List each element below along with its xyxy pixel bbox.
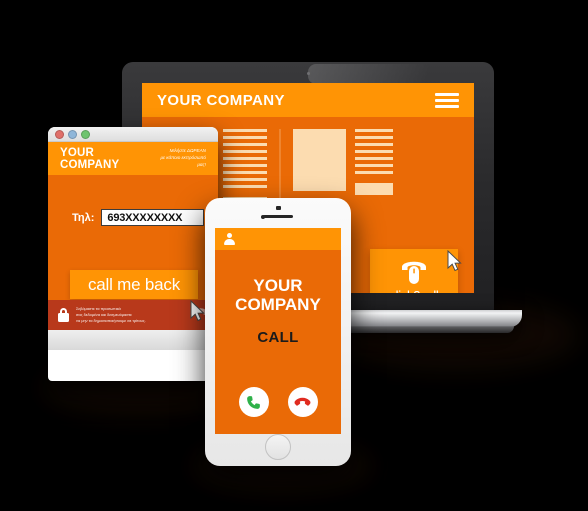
mockup-stage: YOUR COMPANY YOUR COMPANY Μιλήστε ΔΩΡΕΑΝ…	[0, 0, 588, 511]
phone-screen: YOUR COMPANY CALL	[215, 228, 341, 434]
call-action-buttons	[215, 387, 341, 434]
phone-device: YOUR COMPANY CALL	[205, 198, 351, 466]
caller-name-line-2: COMPANY	[235, 295, 321, 315]
close-dot-icon[interactable]	[55, 129, 64, 139]
incoming-call-info: YOUR COMPANY CALL	[215, 250, 341, 387]
answer-call-button[interactable]	[238, 387, 269, 417]
caller-name: YOUR COMPANY	[235, 276, 321, 314]
phone-field-row: Τηλ: 693XXXXXXXX	[48, 175, 218, 226]
caller-name-line-1: YOUR	[253, 276, 303, 295]
click2call-widget[interactable]: click2call	[370, 249, 458, 293]
browser-site-title: YOUR COMPANY	[60, 146, 120, 171]
tagline-line-2: με κάποιο εκπρόσωπό μας!	[160, 155, 206, 167]
phone-earpiece-area	[205, 198, 351, 228]
call-me-back-button[interactable]: call me back	[70, 270, 198, 299]
phone-input[interactable]: 693XXXXXXXX	[101, 209, 205, 226]
webcam-icon	[306, 72, 310, 75]
laptop-bezel-sheen	[308, 64, 480, 84]
site-header: YOUR COMPANY	[142, 83, 474, 117]
image-placeholder	[293, 129, 346, 191]
padlock-icon	[58, 308, 69, 322]
callback-form: Τηλ: 693XXXXXXXX call me back Σεβόμαστε …	[48, 175, 218, 350]
browser-titlebar	[48, 127, 218, 142]
phone-status-bar	[215, 228, 341, 250]
hamburger-bar	[435, 92, 459, 96]
hamburger-bar	[435, 104, 459, 108]
privacy-footer: Σεβόμαστε τα προσωπικά σας δεδομένα και …	[48, 300, 218, 330]
click2call-label: click2call	[389, 288, 438, 294]
contact-avatar-icon	[224, 233, 235, 245]
decline-call-icon	[294, 397, 311, 406]
phone-sensor-icon	[276, 206, 281, 210]
mouse-handset-icon	[402, 261, 426, 284]
privacy-line-3: να μην τα δημοσιοποιήσουμε σε τρίτους.	[76, 318, 146, 324]
site-title: YOUR COMPANY	[157, 91, 285, 109]
phone-field-label: Τηλ:	[72, 211, 95, 224]
tagline-line-1: Μιλήστε ΔΩΡΕΑΝ	[169, 148, 206, 154]
call-status-label: CALL	[257, 329, 299, 347]
phone-home-button[interactable]	[265, 434, 291, 460]
browser-window-base	[48, 330, 218, 350]
button-placeholder	[355, 183, 393, 195]
decline-call-button[interactable]	[287, 387, 318, 417]
browser-header: YOUR COMPANY Μιλήστε ΔΩΡΕΑΝ με κάποιο εκ…	[48, 142, 218, 175]
text-placeholder-lines	[355, 129, 393, 174]
text-placeholder-lines	[223, 129, 267, 188]
phone-speaker-icon	[263, 215, 293, 218]
hamburger-bar	[435, 98, 459, 102]
answer-call-icon	[247, 395, 260, 409]
zoom-dot-icon[interactable]	[81, 129, 90, 139]
minimize-dot-icon[interactable]	[68, 129, 77, 139]
callback-browser-window: YOUR COMPANY Μιλήστε ΔΩΡΕΑΝ με κάποιο εκ…	[48, 127, 218, 381]
browser-tagline: Μιλήστε ΔΩΡΕΑΝ με κάποιο εκπρόσωπό μας!	[153, 148, 206, 169]
hamburger-menu-icon[interactable]	[435, 92, 459, 108]
privacy-text: Σεβόμαστε τα προσωπικά σας δεδομένα και …	[76, 306, 146, 324]
